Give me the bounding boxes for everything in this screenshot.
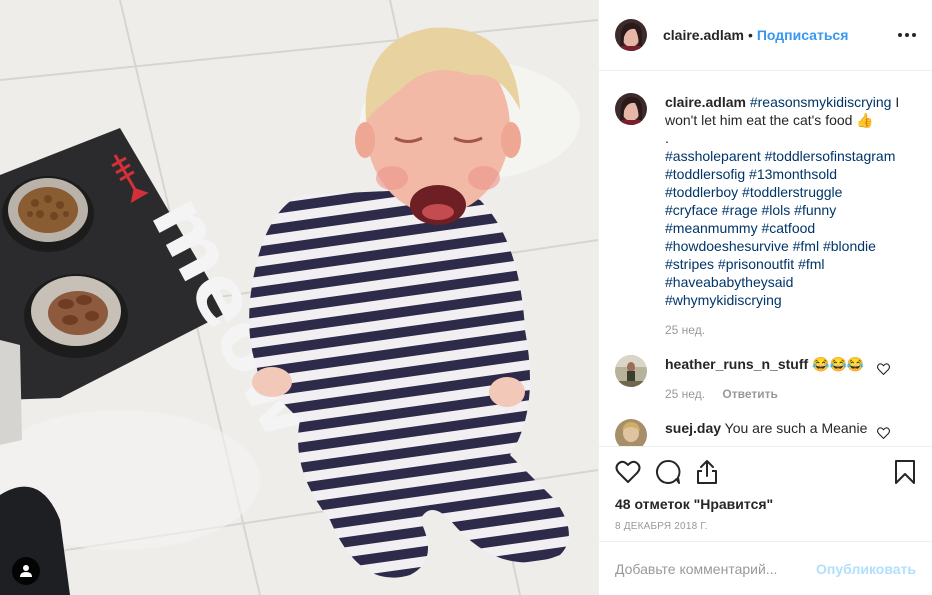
more-horizontal-icon [898,33,902,37]
action-bar [615,447,916,497]
comment-item: heather_runs_n_stuff 😂😂😂 25 нед. Ответит… [615,355,916,401]
comment-item: suej.day You are such a Meanie [615,419,916,446]
save-button[interactable] [894,459,916,485]
comment-input[interactable] [615,560,817,577]
comment-heart-icon[interactable] [877,363,890,375]
follow-button[interactable]: Подписаться [757,27,849,43]
share-button[interactable] [695,459,719,485]
post-sidebar: claire.adlam • Подписаться claire.adlam … [598,0,932,595]
heart-icon [615,460,641,483]
comment-text: You are such a Meanie [721,420,868,436]
add-comment-form: Опубликовать [599,541,932,595]
hashtag-line[interactable]: #haveababytheysaid [665,273,916,291]
user-tag-button[interactable] [12,557,40,585]
comment-heart-icon[interactable] [877,427,890,439]
publish-button[interactable]: Опубликовать [816,561,916,577]
hashtag-line[interactable]: #whymykidiscrying [665,291,916,309]
comment-meta: 25 нед. Ответить [665,387,916,401]
bookmark-icon [895,460,915,484]
author-username[interactable]: claire.adlam [663,27,744,43]
avatar[interactable] [615,419,647,446]
hashtag-link[interactable]: #reasonsmykidiscrying [750,94,892,110]
hashtag-line[interactable]: #toddlerboy #toddlerstruggle [665,183,916,201]
post-photo[interactable]: meow [0,0,598,595]
photo-illustration: meow [0,0,598,595]
avatar[interactable] [615,93,647,125]
avatar[interactable] [615,355,647,387]
separator-dot: • [747,27,753,43]
more-options-button[interactable] [890,25,916,45]
comment-body: heather_runs_n_stuff 😂😂😂 25 нед. Ответит… [665,355,916,401]
caption-meta: 25 нед. [665,323,916,337]
hashtag-line[interactable]: #meanmummy #catfood [665,219,916,237]
post-actions: 48 отметок "Нравится" 8 ДЕКАБРЯ 2018 Г. [599,446,932,532]
avatar[interactable] [615,19,647,51]
hashtag-line[interactable]: #howdoeshesurvive #fml #blondie [665,237,916,255]
comment-username[interactable]: suej.day [665,420,721,436]
comment-button[interactable] [655,459,681,485]
comments-list[interactable]: claire.adlam #reasonsmykidiscrying I won… [599,72,932,446]
comment-bubble-icon [656,459,681,484]
caption: claire.adlam #reasonsmykidiscrying I won… [615,93,916,337]
caption-username[interactable]: claire.adlam [665,94,746,110]
caption-timestamp[interactable]: 25 нед. [665,323,705,337]
user-tag-icon [20,565,32,577]
post-header: claire.adlam • Подписаться [599,0,932,71]
like-button[interactable] [615,460,641,484]
hashtag-line[interactable]: #stripes #prisonoutfit #fml [665,255,916,273]
hashtag-line[interactable]: #toddlersofig #13monthsold [665,165,916,183]
caption-dot: . [665,130,669,146]
hashtag-line[interactable]: #assholeparent #toddlersofinstagram [665,147,916,165]
comment-timestamp[interactable]: 25 нед. [665,387,705,401]
share-icon [697,460,717,484]
likes-count[interactable]: 48 отметок "Нравится" [615,495,916,513]
caption-body: claire.adlam #reasonsmykidiscrying I won… [665,93,916,337]
post-date[interactable]: 8 ДЕКАБРЯ 2018 Г. [615,521,916,532]
comment-text: 😂😂😂 [808,356,865,372]
comment-username[interactable]: heather_runs_n_stuff [665,356,808,372]
reply-button[interactable]: Ответить [722,387,777,401]
hashtag-line[interactable]: #cryface #rage #lols #funny [665,201,916,219]
